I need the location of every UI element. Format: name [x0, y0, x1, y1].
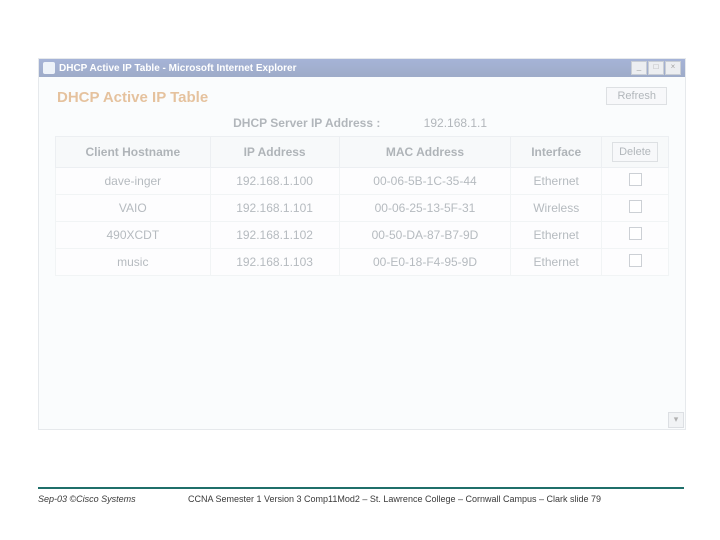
- cell-mac: 00-06-5B-1C-35-44: [339, 168, 511, 195]
- delete-button-header[interactable]: Delete: [612, 142, 658, 162]
- cell-hostname: VAIO: [56, 195, 211, 222]
- cell-interface: Ethernet: [511, 168, 602, 195]
- footer-right: CCNA Semester 1 Version 3 Comp11Mod2 – S…: [188, 494, 684, 504]
- refresh-button[interactable]: Refresh: [606, 87, 667, 105]
- server-address-value: 192.168.1.1: [424, 116, 564, 130]
- cell-delete: [602, 195, 669, 222]
- maximize-button[interactable]: □: [648, 61, 664, 75]
- title-bar: DHCP Active IP Table - Microsoft Interne…: [39, 59, 685, 77]
- close-button[interactable]: ×: [665, 61, 681, 75]
- cell-interface: Wireless: [511, 195, 602, 222]
- cell-hostname: dave-inger: [56, 168, 211, 195]
- cell-delete: [602, 168, 669, 195]
- cell-ip: 192.168.1.103: [210, 249, 339, 276]
- delete-checkbox[interactable]: [629, 200, 642, 213]
- dhcp-table: Client Hostname IP Address MAC Address I…: [55, 136, 669, 276]
- col-interface: Interface: [511, 137, 602, 168]
- col-delete: Delete: [602, 137, 669, 168]
- delete-checkbox[interactable]: [629, 254, 642, 267]
- delete-checkbox[interactable]: [629, 227, 642, 240]
- cell-interface: Ethernet: [511, 249, 602, 276]
- minimize-button[interactable]: _: [631, 61, 647, 75]
- page-title: DHCP Active IP Table: [57, 89, 669, 106]
- server-address-label: DHCP Server IP Address :: [160, 116, 420, 130]
- col-mac: MAC Address: [339, 137, 511, 168]
- cell-mac: 00-06-25-13-5F-31: [339, 195, 511, 222]
- server-address-row: DHCP Server IP Address : 192.168.1.1: [55, 116, 669, 130]
- scroll-down-icon[interactable]: ▾: [668, 412, 684, 428]
- page-content: Refresh DHCP Active IP Table DHCP Server…: [39, 77, 685, 286]
- cell-hostname: music: [56, 249, 211, 276]
- cell-delete: [602, 222, 669, 249]
- footer-rule: [38, 487, 684, 489]
- table-row: VAIO 192.168.1.101 00-06-25-13-5F-31 Wir…: [56, 195, 669, 222]
- table-row: 490XCDT 192.168.1.102 00-50-DA-87-B7-9D …: [56, 222, 669, 249]
- window-title: DHCP Active IP Table - Microsoft Interne…: [59, 63, 296, 74]
- cell-mac: 00-50-DA-87-B7-9D: [339, 222, 511, 249]
- browser-window: DHCP Active IP Table - Microsoft Interne…: [38, 58, 686, 430]
- cell-delete: [602, 249, 669, 276]
- table-row: dave-inger 192.168.1.100 00-06-5B-1C-35-…: [56, 168, 669, 195]
- window-controls: _ □ ×: [631, 61, 681, 75]
- ie-icon: [43, 62, 55, 74]
- cell-hostname: 490XCDT: [56, 222, 211, 249]
- cell-interface: Ethernet: [511, 222, 602, 249]
- footer-left: Sep-03 ©Cisco Systems: [38, 494, 188, 504]
- col-hostname: Client Hostname: [56, 137, 211, 168]
- cell-mac: 00-E0-18-F4-95-9D: [339, 249, 511, 276]
- cell-ip: 192.168.1.102: [210, 222, 339, 249]
- cell-ip: 192.168.1.100: [210, 168, 339, 195]
- table-header-row: Client Hostname IP Address MAC Address I…: [56, 137, 669, 168]
- col-ip: IP Address: [210, 137, 339, 168]
- slide-footer: Sep-03 ©Cisco Systems CCNA Semester 1 Ve…: [38, 494, 684, 504]
- cell-ip: 192.168.1.101: [210, 195, 339, 222]
- delete-checkbox[interactable]: [629, 173, 642, 186]
- table-row: music 192.168.1.103 00-E0-18-F4-95-9D Et…: [56, 249, 669, 276]
